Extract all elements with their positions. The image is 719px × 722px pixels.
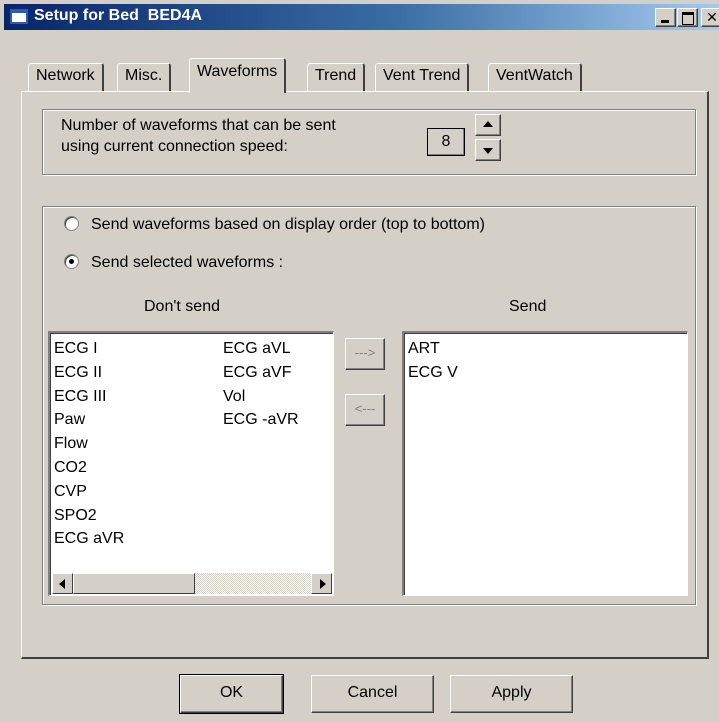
tab-trend[interactable]: Trend xyxy=(307,63,366,91)
tab-ventwatch[interactable]: VentWatch xyxy=(488,63,582,91)
dont-send-list[interactable]: ECG I ECG II ECG III Paw Flow CO2 CVP SP… xyxy=(48,331,334,596)
window-title: Setup for Bed BED4A xyxy=(34,7,203,24)
arrow-up-icon xyxy=(483,121,493,127)
list-item[interactable]: ECG -aVR xyxy=(223,408,299,432)
maximize-button[interactable] xyxy=(677,8,698,27)
list-item[interactable]: ECG aVL xyxy=(223,337,299,361)
send-list[interactable]: ART ECG V xyxy=(402,331,688,596)
scroll-left-button[interactable] xyxy=(52,573,73,594)
scroll-thumb[interactable] xyxy=(73,573,195,594)
send-header: Send xyxy=(509,298,547,315)
horizontal-scrollbar[interactable] xyxy=(52,573,332,594)
list-item[interactable]: Paw xyxy=(54,408,124,432)
radio-selected-waveforms[interactable] xyxy=(64,254,79,269)
list-item[interactable]: SPO2 xyxy=(54,504,124,528)
tab-misc[interactable]: Misc. xyxy=(117,63,172,91)
list-item[interactable]: ECG aVF xyxy=(223,361,299,385)
arrow-down-icon xyxy=(483,148,493,154)
tab-vent-trend[interactable]: Vent Trend xyxy=(375,63,470,91)
add-to-send-button[interactable]: ---> xyxy=(345,338,385,370)
list-item[interactable]: CO2 xyxy=(54,456,124,480)
list-item[interactable]: Vol xyxy=(223,385,299,409)
tab-waveforms[interactable]: Waveforms xyxy=(189,58,287,93)
list-item[interactable]: CVP xyxy=(54,480,124,504)
list-item[interactable]: Flow xyxy=(54,432,124,456)
scroll-right-button[interactable] xyxy=(311,573,332,594)
spin-up-button[interactable] xyxy=(475,114,501,136)
dont-send-column-2: ECG aVL ECG aVF Vol ECG -aVR xyxy=(223,337,299,432)
cancel-button[interactable]: Cancel xyxy=(311,675,434,713)
tab-network[interactable]: Network xyxy=(28,63,104,91)
window-icon xyxy=(10,9,28,24)
send-column: ART ECG V xyxy=(408,337,458,385)
waveform-count-label-line2: using current connection speed: xyxy=(61,138,288,155)
setup-dialog: Setup for Bed BED4A ✕ Network Misc. Wave… xyxy=(0,0,719,722)
scroll-right-icon xyxy=(320,579,326,589)
list-item[interactable]: ECG II xyxy=(54,361,124,385)
title-bar[interactable]: Setup for Bed BED4A ✕ xyxy=(4,4,719,30)
minimize-button[interactable] xyxy=(655,8,676,27)
radio-selected-waveforms-label[interactable]: Send selected waveforms : xyxy=(91,253,283,273)
waveform-count-value: 8 xyxy=(427,128,465,156)
scroll-left-icon xyxy=(59,579,65,589)
close-button[interactable]: ✕ xyxy=(701,8,719,27)
list-item[interactable]: ECG III xyxy=(54,385,124,409)
radio-display-order[interactable] xyxy=(64,216,79,231)
list-item[interactable]: ECG aVR xyxy=(54,527,124,551)
apply-button[interactable]: Apply xyxy=(450,675,573,713)
waveform-count-label-line1: Number of waveforms that can be sent xyxy=(61,117,336,134)
list-item[interactable]: ECG V xyxy=(408,361,458,385)
spin-down-button[interactable] xyxy=(475,139,501,161)
remove-from-send-button[interactable]: <--- xyxy=(345,394,385,426)
list-item[interactable]: ECG I xyxy=(54,337,124,361)
list-item[interactable]: ART xyxy=(408,337,458,361)
radio-display-order-label[interactable]: Send waveforms based on display order (t… xyxy=(91,215,485,235)
ok-button[interactable]: OK xyxy=(179,674,284,714)
dont-send-header: Don't send xyxy=(144,298,220,315)
dont-send-column-1: ECG I ECG II ECG III Paw Flow CO2 CVP SP… xyxy=(54,337,124,551)
